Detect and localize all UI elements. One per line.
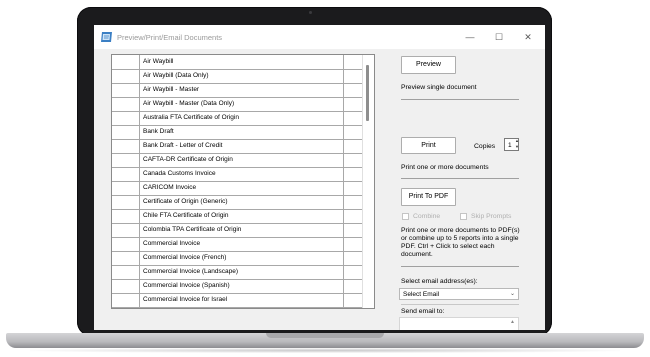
close-button[interactable]: ✕ xyxy=(517,29,539,45)
document-row[interactable]: Commercial Invoice for Israel xyxy=(112,293,362,308)
row-selector-cell[interactable] xyxy=(112,223,140,237)
document-row[interactable]: Air Waybill xyxy=(112,55,362,70)
pdf-description-line-3: PDF. Ctrl + Click to select each xyxy=(401,243,495,250)
document-name: CARICOM Invoice xyxy=(143,184,197,191)
document-name: Certificate of Origin (Generic) xyxy=(143,198,228,205)
copies-label: Copies xyxy=(474,143,496,150)
window-title: Preview/Print/Email Documents xyxy=(117,33,223,42)
list-scrollbar[interactable] xyxy=(362,55,374,308)
document-name: Bank Draft xyxy=(143,128,174,135)
pdf-description-line-1: Print one or more documents to PDF(s) xyxy=(401,227,520,234)
row-selector-cell[interactable] xyxy=(112,167,140,181)
document-row[interactable]: Commercial Invoice (Spanish) xyxy=(112,279,362,294)
document-row[interactable]: Australia FTA Certificate of Origin xyxy=(112,111,362,126)
document-name: Bank Draft - Letter of Credit xyxy=(143,142,223,149)
row-selector-cell[interactable] xyxy=(112,153,140,167)
row-selector-cell[interactable] xyxy=(112,125,140,139)
app-icon xyxy=(101,32,112,42)
row-selector-cell[interactable] xyxy=(112,237,140,251)
list-column-divider xyxy=(343,55,344,308)
laptop-screen: Preview/Print/Email Documents — ☐ ✕ Air … xyxy=(94,25,545,330)
email-select-value: Select Email xyxy=(403,291,440,298)
skip-prompts-checkbox[interactable] xyxy=(460,213,467,220)
divider xyxy=(401,266,519,267)
document-row[interactable]: CAFTA-DR Certificate of Origin xyxy=(112,153,362,168)
document-name: Air Waybill - Master (Data Only) xyxy=(143,100,235,107)
document-row[interactable]: Air Waybill - Master xyxy=(112,83,362,98)
send-email-label: Send email to: xyxy=(401,308,445,315)
preview-description: Preview single document xyxy=(401,84,477,91)
row-selector-cell[interactable] xyxy=(112,209,140,223)
maximize-button[interactable]: ☐ xyxy=(488,29,510,45)
row-selector-cell[interactable] xyxy=(112,293,140,307)
row-selector-cell[interactable] xyxy=(112,69,140,83)
laptop-notch xyxy=(266,333,384,338)
document-row[interactable]: Colombia TPA Certificate of Origin xyxy=(112,223,362,238)
window-titlebar: Preview/Print/Email Documents — ☐ ✕ xyxy=(94,25,545,49)
row-selector-cell[interactable] xyxy=(112,279,140,293)
document-row[interactable]: Air Waybill (Data Only) xyxy=(112,69,362,84)
document-row[interactable]: Commercial Invoice xyxy=(112,237,362,252)
row-selector-cell[interactable] xyxy=(112,97,140,111)
document-name: Colombia TPA Certificate of Origin xyxy=(143,226,242,233)
row-selector-cell[interactable] xyxy=(112,181,140,195)
document-name: Air Waybill xyxy=(143,58,174,65)
document-row[interactable]: Air Waybill - Master (Data Only) xyxy=(112,97,362,112)
print-button[interactable]: Print xyxy=(401,137,456,154)
skip-prompts-label: Skip Prompts xyxy=(471,213,512,220)
document-row[interactable]: Chile FTA Certificate of Origin xyxy=(112,209,362,224)
document-name: CAFTA-DR Certificate of Origin xyxy=(143,156,233,163)
document-name: Commercial Invoice (French) xyxy=(143,254,227,261)
document-name: Air Waybill - Master xyxy=(143,86,200,93)
combine-checkbox[interactable] xyxy=(402,213,409,220)
row-selector-cell[interactable] xyxy=(112,195,140,209)
row-selector-cell[interactable] xyxy=(112,251,140,265)
document-name: Commercial Invoice (Landscape) xyxy=(143,268,239,275)
laptop-shadow xyxy=(30,348,620,353)
row-selector-cell[interactable] xyxy=(112,83,140,97)
chevron-down-icon: ⌄ xyxy=(509,291,515,297)
row-selector-cell[interactable] xyxy=(112,55,140,69)
document-name: Air Waybill (Data Only) xyxy=(143,72,209,79)
preview-button[interactable]: Preview xyxy=(401,56,456,74)
divider xyxy=(401,178,519,179)
print-to-pdf-button[interactable]: Print To PDF xyxy=(401,188,456,206)
document-name: Canada Customs Invoice xyxy=(143,170,216,177)
email-select-label: Select email address(es): xyxy=(401,278,478,285)
document-row[interactable]: Bank Draft - Letter of Credit xyxy=(112,139,362,154)
document-row[interactable]: CARICOM Invoice xyxy=(112,181,362,196)
document-row[interactable]: Certificate of Origin (Generic) xyxy=(112,195,362,210)
row-selector-cell[interactable] xyxy=(112,139,140,153)
scroll-up-icon[interactable]: ▲ xyxy=(510,319,515,325)
email-select[interactable]: Select Email ⌄ xyxy=(399,288,519,300)
send-email-input[interactable]: ▲ xyxy=(399,317,519,330)
print-description: Print one or more documents xyxy=(401,164,489,171)
scrollbar-thumb[interactable] xyxy=(366,65,369,121)
document-row[interactable]: Bank Draft xyxy=(112,125,362,140)
document-name: Commercial Invoice xyxy=(143,240,201,247)
divider xyxy=(401,99,519,100)
minimize-button[interactable]: — xyxy=(459,29,481,45)
document-name: Commercial Invoice for Israel xyxy=(143,296,228,303)
row-selector-cell[interactable] xyxy=(112,265,140,279)
document-row[interactable]: Canada Customs Invoice xyxy=(112,167,362,182)
pdf-description-line-4: document. xyxy=(401,251,433,258)
document-row[interactable]: Commercial Invoice (Landscape) xyxy=(112,265,362,280)
copies-spinner[interactable]: ▲ ▼ xyxy=(514,138,520,151)
combine-label: Combine xyxy=(413,213,441,220)
document-name: Commercial Invoice (Spanish) xyxy=(143,282,230,289)
divider xyxy=(401,304,519,305)
row-selector-cell[interactable] xyxy=(112,111,140,125)
document-list[interactable]: Air Waybill Air Waybill (Data Only) Air Wa… xyxy=(111,54,375,309)
document-row[interactable]: Commercial Invoice (French) xyxy=(112,251,362,266)
pdf-description-line-2: or combine up to 5 reports into a single xyxy=(401,235,519,242)
document-name: Chile FTA Certificate of Origin xyxy=(143,212,229,219)
document-name: Australia FTA Certificate of Origin xyxy=(143,114,239,121)
